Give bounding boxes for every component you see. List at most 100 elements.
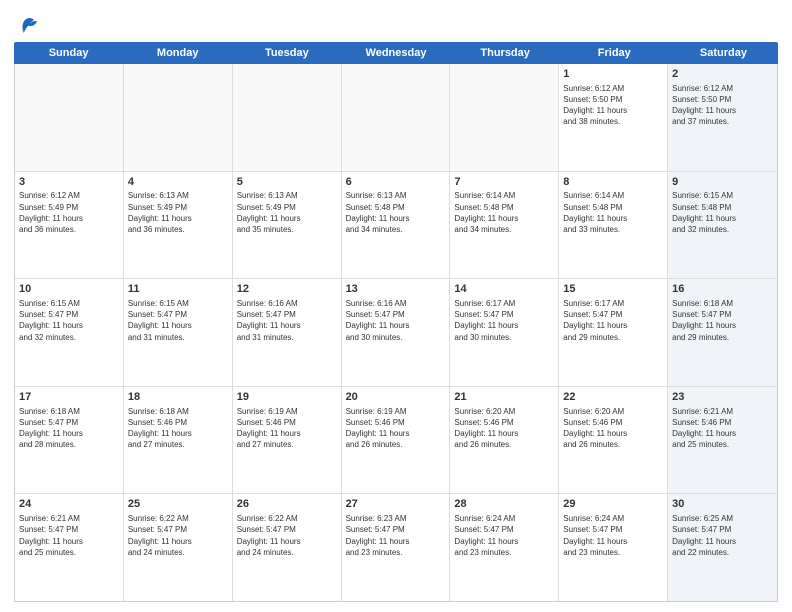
day-number: 18 <box>128 390 228 405</box>
cell-info: Sunrise: 6:13 AM Sunset: 5:49 PM Dayligh… <box>128 190 228 235</box>
cell-info: Sunrise: 6:25 AM Sunset: 5:47 PM Dayligh… <box>672 513 773 558</box>
page: SundayMondayTuesdayWednesdayThursdayFrid… <box>0 0 792 612</box>
calendar-cell: 8Sunrise: 6:14 AM Sunset: 5:48 PM Daylig… <box>559 172 668 279</box>
calendar-cell: 15Sunrise: 6:17 AM Sunset: 5:47 PM Dayli… <box>559 279 668 386</box>
day-number: 1 <box>563 67 663 82</box>
calendar-cell: 26Sunrise: 6:22 AM Sunset: 5:47 PM Dayli… <box>233 494 342 601</box>
calendar-cell <box>124 64 233 171</box>
cell-info: Sunrise: 6:21 AM Sunset: 5:47 PM Dayligh… <box>19 513 119 558</box>
calendar-cell: 9Sunrise: 6:15 AM Sunset: 5:48 PM Daylig… <box>668 172 777 279</box>
header <box>14 10 778 36</box>
calendar-cell: 10Sunrise: 6:15 AM Sunset: 5:47 PM Dayli… <box>15 279 124 386</box>
day-number: 7 <box>454 175 554 190</box>
cell-info: Sunrise: 6:15 AM Sunset: 5:47 PM Dayligh… <box>19 298 119 343</box>
calendar-row: 10Sunrise: 6:15 AM Sunset: 5:47 PM Dayli… <box>15 279 777 387</box>
cell-info: Sunrise: 6:17 AM Sunset: 5:47 PM Dayligh… <box>454 298 554 343</box>
calendar-cell: 11Sunrise: 6:15 AM Sunset: 5:47 PM Dayli… <box>124 279 233 386</box>
calendar-cell <box>450 64 559 171</box>
calendar-cell: 7Sunrise: 6:14 AM Sunset: 5:48 PM Daylig… <box>450 172 559 279</box>
cell-info: Sunrise: 6:12 AM Sunset: 5:50 PM Dayligh… <box>563 83 663 128</box>
cell-info: Sunrise: 6:14 AM Sunset: 5:48 PM Dayligh… <box>563 190 663 235</box>
calendar-cell: 27Sunrise: 6:23 AM Sunset: 5:47 PM Dayli… <box>342 494 451 601</box>
weekday-header: Friday <box>560 42 669 64</box>
day-number: 8 <box>563 175 663 190</box>
day-number: 24 <box>19 497 119 512</box>
weekday-header: Thursday <box>451 42 560 64</box>
calendar-cell: 2Sunrise: 6:12 AM Sunset: 5:50 PM Daylig… <box>668 64 777 171</box>
calendar-cell: 13Sunrise: 6:16 AM Sunset: 5:47 PM Dayli… <box>342 279 451 386</box>
cell-info: Sunrise: 6:21 AM Sunset: 5:46 PM Dayligh… <box>672 406 773 451</box>
weekday-header: Tuesday <box>232 42 341 64</box>
cell-info: Sunrise: 6:22 AM Sunset: 5:47 PM Dayligh… <box>128 513 228 558</box>
calendar-cell: 12Sunrise: 6:16 AM Sunset: 5:47 PM Dayli… <box>233 279 342 386</box>
day-number: 19 <box>237 390 337 405</box>
calendar-cell: 16Sunrise: 6:18 AM Sunset: 5:47 PM Dayli… <box>668 279 777 386</box>
day-number: 15 <box>563 282 663 297</box>
weekday-header: Saturday <box>669 42 778 64</box>
day-number: 4 <box>128 175 228 190</box>
day-number: 17 <box>19 390 119 405</box>
day-number: 16 <box>672 282 773 297</box>
calendar-cell: 4Sunrise: 6:13 AM Sunset: 5:49 PM Daylig… <box>124 172 233 279</box>
logo-bird-icon <box>18 14 40 36</box>
cell-info: Sunrise: 6:13 AM Sunset: 5:48 PM Dayligh… <box>346 190 446 235</box>
cell-info: Sunrise: 6:15 AM Sunset: 5:47 PM Dayligh… <box>128 298 228 343</box>
cell-info: Sunrise: 6:20 AM Sunset: 5:46 PM Dayligh… <box>454 406 554 451</box>
calendar-cell: 29Sunrise: 6:24 AM Sunset: 5:47 PM Dayli… <box>559 494 668 601</box>
day-number: 9 <box>672 175 773 190</box>
weekday-header: Monday <box>123 42 232 64</box>
calendar-row: 3Sunrise: 6:12 AM Sunset: 5:49 PM Daylig… <box>15 172 777 280</box>
day-number: 26 <box>237 497 337 512</box>
day-number: 5 <box>237 175 337 190</box>
calendar-cell <box>233 64 342 171</box>
day-number: 23 <box>672 390 773 405</box>
day-number: 6 <box>346 175 446 190</box>
calendar-cell: 30Sunrise: 6:25 AM Sunset: 5:47 PM Dayli… <box>668 494 777 601</box>
calendar-cell: 20Sunrise: 6:19 AM Sunset: 5:46 PM Dayli… <box>342 387 451 494</box>
calendar-cell: 1Sunrise: 6:12 AM Sunset: 5:50 PM Daylig… <box>559 64 668 171</box>
calendar-body: 1Sunrise: 6:12 AM Sunset: 5:50 PM Daylig… <box>14 64 778 602</box>
day-number: 13 <box>346 282 446 297</box>
calendar-cell: 5Sunrise: 6:13 AM Sunset: 5:49 PM Daylig… <box>233 172 342 279</box>
day-number: 14 <box>454 282 554 297</box>
day-number: 20 <box>346 390 446 405</box>
cell-info: Sunrise: 6:18 AM Sunset: 5:47 PM Dayligh… <box>19 406 119 451</box>
calendar-cell: 21Sunrise: 6:20 AM Sunset: 5:46 PM Dayli… <box>450 387 559 494</box>
day-number: 3 <box>19 175 119 190</box>
calendar-row: 1Sunrise: 6:12 AM Sunset: 5:50 PM Daylig… <box>15 64 777 172</box>
calendar-cell <box>342 64 451 171</box>
day-number: 10 <box>19 282 119 297</box>
cell-info: Sunrise: 6:16 AM Sunset: 5:47 PM Dayligh… <box>237 298 337 343</box>
cell-info: Sunrise: 6:13 AM Sunset: 5:49 PM Dayligh… <box>237 190 337 235</box>
cell-info: Sunrise: 6:16 AM Sunset: 5:47 PM Dayligh… <box>346 298 446 343</box>
calendar-row: 24Sunrise: 6:21 AM Sunset: 5:47 PM Dayli… <box>15 494 777 601</box>
day-number: 28 <box>454 497 554 512</box>
calendar-cell <box>15 64 124 171</box>
cell-info: Sunrise: 6:12 AM Sunset: 5:49 PM Dayligh… <box>19 190 119 235</box>
cell-info: Sunrise: 6:15 AM Sunset: 5:48 PM Dayligh… <box>672 190 773 235</box>
calendar-header: SundayMondayTuesdayWednesdayThursdayFrid… <box>14 42 778 64</box>
weekday-header: Sunday <box>14 42 123 64</box>
calendar-cell: 3Sunrise: 6:12 AM Sunset: 5:49 PM Daylig… <box>15 172 124 279</box>
calendar-cell: 24Sunrise: 6:21 AM Sunset: 5:47 PM Dayli… <box>15 494 124 601</box>
day-number: 21 <box>454 390 554 405</box>
day-number: 11 <box>128 282 228 297</box>
day-number: 22 <box>563 390 663 405</box>
calendar-cell: 19Sunrise: 6:19 AM Sunset: 5:46 PM Dayli… <box>233 387 342 494</box>
cell-info: Sunrise: 6:14 AM Sunset: 5:48 PM Dayligh… <box>454 190 554 235</box>
calendar-cell: 22Sunrise: 6:20 AM Sunset: 5:46 PM Dayli… <box>559 387 668 494</box>
cell-info: Sunrise: 6:22 AM Sunset: 5:47 PM Dayligh… <box>237 513 337 558</box>
cell-info: Sunrise: 6:17 AM Sunset: 5:47 PM Dayligh… <box>563 298 663 343</box>
calendar: SundayMondayTuesdayWednesdayThursdayFrid… <box>14 42 778 602</box>
cell-info: Sunrise: 6:24 AM Sunset: 5:47 PM Dayligh… <box>454 513 554 558</box>
cell-info: Sunrise: 6:18 AM Sunset: 5:46 PM Dayligh… <box>128 406 228 451</box>
cell-info: Sunrise: 6:19 AM Sunset: 5:46 PM Dayligh… <box>237 406 337 451</box>
day-number: 29 <box>563 497 663 512</box>
cell-info: Sunrise: 6:24 AM Sunset: 5:47 PM Dayligh… <box>563 513 663 558</box>
day-number: 12 <box>237 282 337 297</box>
cell-info: Sunrise: 6:19 AM Sunset: 5:46 PM Dayligh… <box>346 406 446 451</box>
cell-info: Sunrise: 6:20 AM Sunset: 5:46 PM Dayligh… <box>563 406 663 451</box>
calendar-cell: 25Sunrise: 6:22 AM Sunset: 5:47 PM Dayli… <box>124 494 233 601</box>
calendar-cell: 23Sunrise: 6:21 AM Sunset: 5:46 PM Dayli… <box>668 387 777 494</box>
logo <box>14 14 40 36</box>
